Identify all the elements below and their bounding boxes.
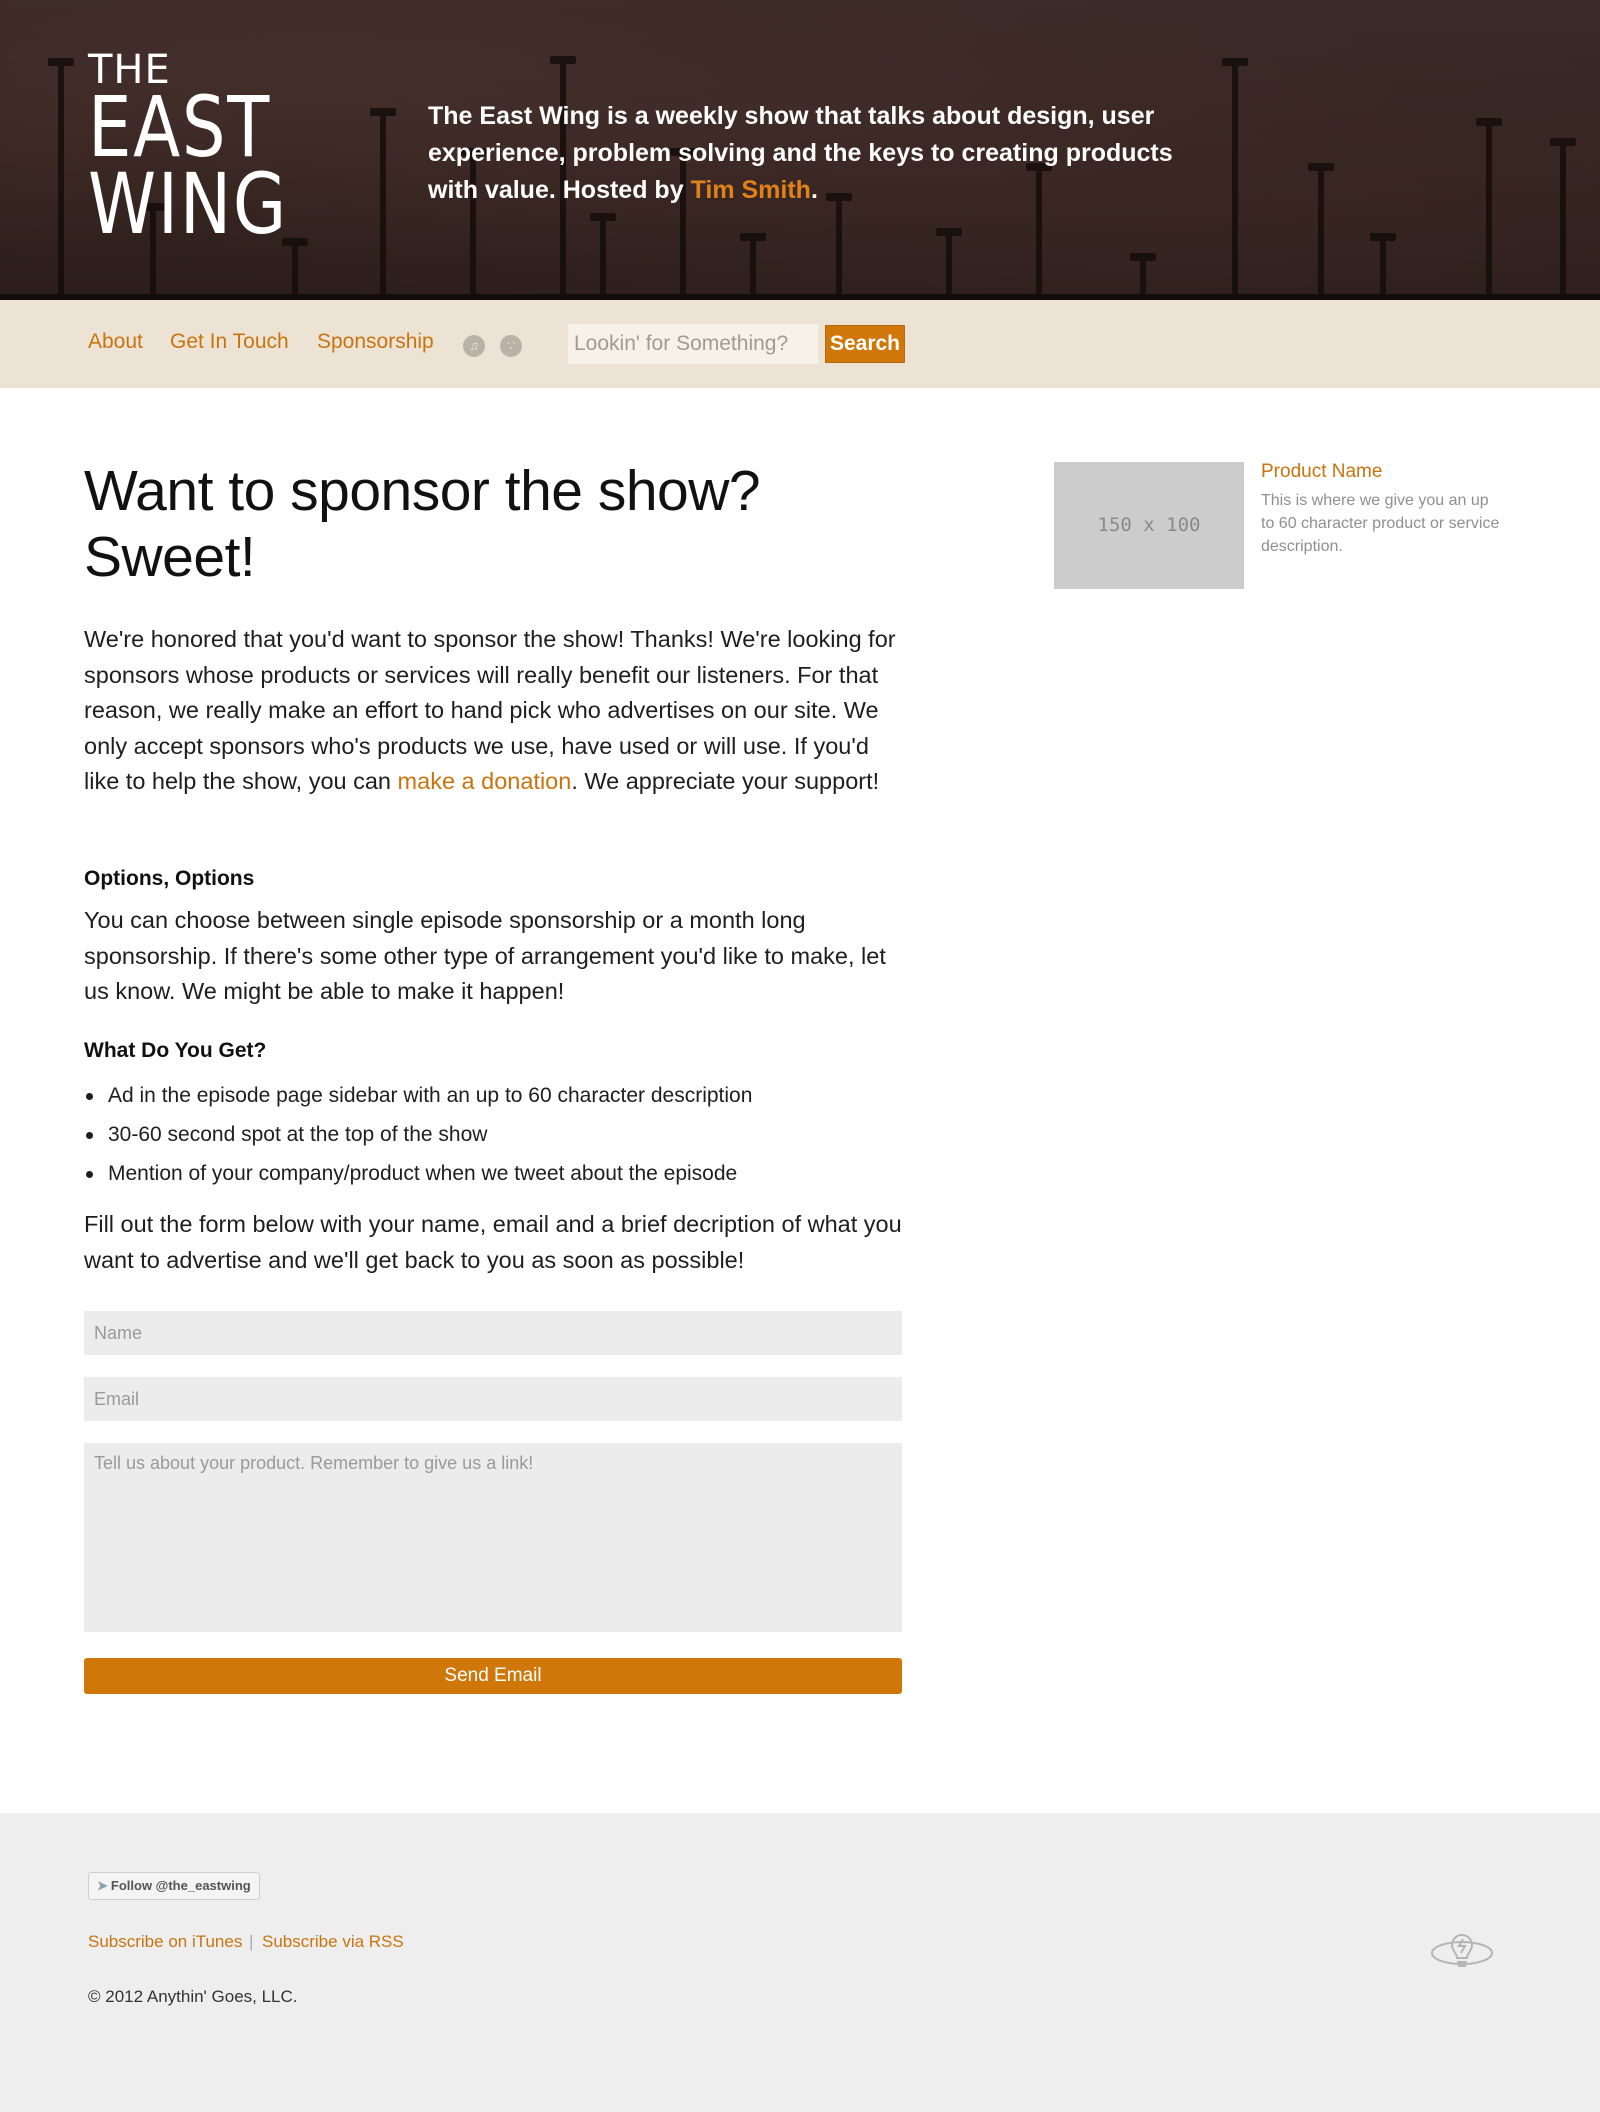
name-field[interactable] xyxy=(84,1311,902,1355)
twitter-follow-button[interactable]: ➤ Follow @the_eastwing xyxy=(88,1872,260,1900)
product-description-field[interactable] xyxy=(84,1443,902,1632)
subscribe-rss-link[interactable]: Subscribe via RSS xyxy=(262,1932,404,1952)
copyright-text: © 2012 Anythin' Goes, LLC. xyxy=(88,1987,298,2006)
tagline-end: . xyxy=(810,176,818,204)
host-link[interactable]: Tim Smith xyxy=(691,176,811,204)
intro-paragraph: We're honored that you'd want to sponsor… xyxy=(84,622,904,800)
list-item: Mention of your company/product when we … xyxy=(84,1154,904,1193)
site-footer xyxy=(0,1813,1600,2112)
send-email-button[interactable]: Send Email xyxy=(84,1658,902,1694)
sponsor-product-description: This is where we give you an up to 60 ch… xyxy=(1261,492,1500,555)
nav-link-about[interactable]: About xyxy=(88,330,143,354)
benefits-heading: What Do You Get? xyxy=(84,1039,267,1062)
benefits-list: Ad in the episode page sidebar with an u… xyxy=(84,1076,904,1193)
email-field[interactable] xyxy=(84,1377,902,1421)
nav-link-sponsorship[interactable]: Sponsorship xyxy=(317,330,434,354)
sponsor-product-name[interactable]: Product Name xyxy=(1261,461,1382,483)
site-header: THE EAST WING The East Wing is a weekly … xyxy=(0,0,1600,300)
intro-text-end: . We appreciate your support! xyxy=(571,768,880,794)
site-tagline: The East Wing is a weekly show that talk… xyxy=(428,98,1198,209)
twitter-follow-label: Follow @the_eastwing xyxy=(110,1878,251,1893)
sponsor-ad-image[interactable]: 150 x 100 xyxy=(1054,462,1244,589)
list-item: 30-60 second spot at the top of the show xyxy=(84,1115,904,1154)
page-title-line-1: Want to sponsor the show? xyxy=(84,459,761,523)
options-heading: Options, Options xyxy=(84,867,255,890)
search-button[interactable]: Search xyxy=(825,325,905,363)
form-intro-paragraph: Fill out the form below with your name, … xyxy=(84,1211,902,1273)
itunes-icon[interactable]: ♫ xyxy=(463,335,485,357)
page-title-line-2: Sweet! xyxy=(84,525,256,589)
nav-link-get-in-touch[interactable]: Get In Touch xyxy=(170,330,289,354)
page-title: Want to sponsor the show? Sweet! xyxy=(84,458,884,590)
footer-link-separator: | xyxy=(249,1932,254,1951)
lightbulb-atom-icon xyxy=(1431,1934,1493,1967)
site-logo[interactable]: THE EAST WING xyxy=(88,50,332,254)
list-item: Ad in the episode page sidebar with an u… xyxy=(84,1076,904,1115)
donation-link[interactable]: make a donation xyxy=(398,768,572,794)
subscribe-itunes-link[interactable]: Subscribe on iTunes xyxy=(88,1932,242,1952)
search-input[interactable] xyxy=(568,324,818,364)
twitter-bird-icon: ➤ xyxy=(97,1878,108,1893)
rss-icon[interactable]: ∵ xyxy=(500,335,522,357)
logo-line-wing: WING xyxy=(88,155,288,254)
options-paragraph: You can choose between single episode sp… xyxy=(84,907,886,1004)
